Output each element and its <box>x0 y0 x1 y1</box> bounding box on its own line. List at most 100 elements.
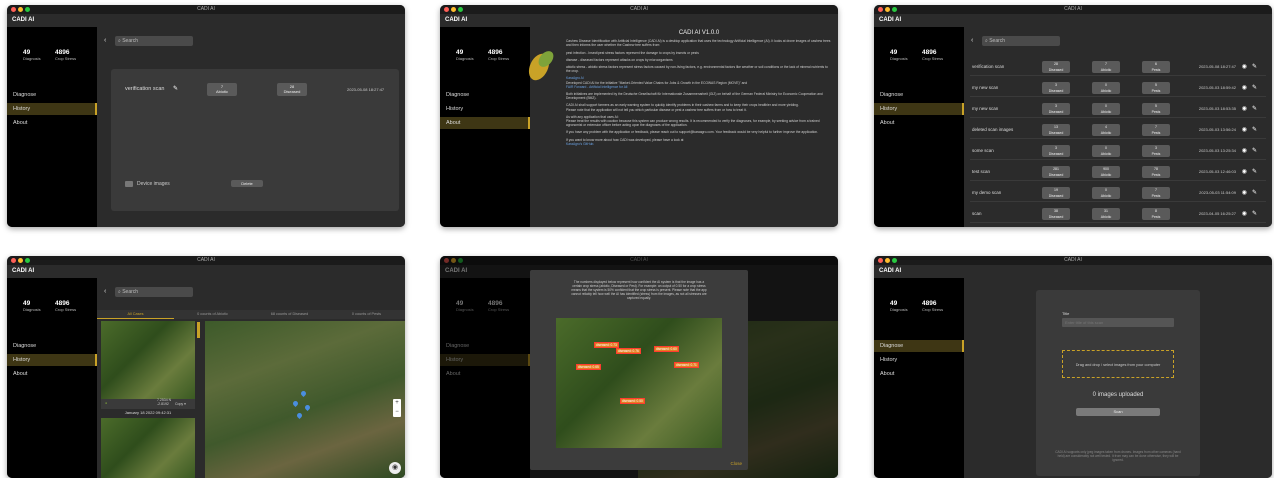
tab-all-cases[interactable]: All Cases <box>97 310 174 319</box>
fair-forward-link[interactable]: FAIR Forward - Artificial Intelligence f… <box>566 85 832 89</box>
about-p4: abiotic stress - abiotic stress factors … <box>566 65 828 74</box>
scan-date: 2023-05-03 12:46:03 <box>1198 169 1236 174</box>
about-p11: If you have any problem with the applica… <box>566 130 819 135</box>
view-icon[interactable]: ◉ <box>1242 211 1252 217</box>
history-row[interactable]: verification scan 28 Diseased 7 Abiotic 6 P… <box>970 59 1266 76</box>
back-icon[interactable]: ‹ <box>104 36 106 46</box>
search-placeholder: Search <box>989 38 1006 44</box>
search-input[interactable]: ⌕ Search <box>982 36 1060 46</box>
history-row[interactable]: scan 38 Diseased 31 Abiotic 8 Pests 2023-04-… <box>970 206 1266 223</box>
nav-history[interactable]: History <box>7 354 97 366</box>
nav-about[interactable]: About <box>874 368 964 380</box>
history-row[interactable]: my demo scan 19 Diseased 0 Abiotic 7 Pests 2… <box>970 185 1266 202</box>
view-icon[interactable]: ◉ <box>1242 169 1252 175</box>
stress-count: 4896 <box>922 49 937 56</box>
search-placeholder: Search <box>122 289 139 295</box>
eye-icon[interactable]: ◉ <box>389 462 401 474</box>
title-input[interactable] <box>1062 318 1174 327</box>
history-row[interactable]: my new scan 3 Diseased 0 Abiotic 5 Pests 202… <box>970 80 1266 97</box>
edit-icon[interactable]: ✎ <box>1252 148 1262 154</box>
diagnosis-label: Diagnosis <box>890 56 908 61</box>
scan-image-2[interactable] <box>101 418 195 478</box>
edit-icon[interactable]: ✎ <box>1252 106 1262 112</box>
view-icon[interactable]: ◉ <box>1242 85 1252 91</box>
diagnosis-label: Diagnosis <box>890 307 908 312</box>
diseased-badge: 19 Diseased <box>1042 187 1070 199</box>
edit-icon[interactable]: ✎ <box>1252 127 1262 133</box>
close-button[interactable]: Close <box>730 461 742 466</box>
edit-icon[interactable]: ✎ <box>173 85 178 92</box>
tab-pests[interactable]: 0 counts of Pests <box>328 310 405 319</box>
abiotic-badge: 0 Abiotic <box>1092 103 1120 115</box>
map-marker[interactable] <box>295 411 304 420</box>
about-p10: Please treat the results with caution be… <box>566 119 820 128</box>
result-modal: The numbers displayed below represent ho… <box>530 270 748 470</box>
view-icon[interactable]: ◉ <box>1242 148 1252 154</box>
view-icon[interactable]: ◉ <box>1242 64 1252 70</box>
edit-icon[interactable]: ✎ <box>1252 190 1262 196</box>
search-input[interactable]: ⌕ Search <box>115 287 193 297</box>
map-marker[interactable] <box>299 389 308 398</box>
copy-button[interactable]: Copy ▾ <box>175 402 186 406</box>
history-row[interactable]: my new scan 3 Diseased 0 Abiotic 5 Pests 202… <box>970 101 1266 118</box>
edit-icon[interactable]: ✎ <box>1252 85 1262 91</box>
nav-diagnose[interactable]: Diagnose <box>7 340 97 352</box>
sidebar: 49Diagnosis 4896Crop Stress Diagnose His… <box>440 27 530 227</box>
zoom-control[interactable]: + − <box>393 399 401 417</box>
folder-icon <box>125 181 133 187</box>
nav-diagnose[interactable]: Diagnose <box>7 89 97 101</box>
diseased-badge: 13 Diseased <box>1042 124 1070 136</box>
tab-abiotic[interactable]: 0 counts of Abiotic <box>174 310 251 319</box>
back-icon[interactable]: ‹ <box>971 36 973 46</box>
nav-history[interactable]: History <box>7 103 97 115</box>
nav-about[interactable]: About <box>7 117 97 129</box>
diagnosis-label: Diagnosis <box>23 56 41 61</box>
edit-icon[interactable]: ✎ <box>1252 64 1262 70</box>
nav-diagnose[interactable]: Diagnose <box>874 340 964 352</box>
diagnosis-count: 49 <box>456 49 464 56</box>
main-content: ‹ ⌕ Search verification scan ✎ 7 Abiotic… <box>97 27 405 227</box>
nav-about[interactable]: About <box>440 117 530 129</box>
window-title: CADI AI <box>1064 6 1082 12</box>
nav-history[interactable]: History <box>440 103 530 115</box>
pests-badge: 3 Pests <box>1142 145 1170 157</box>
nav-about[interactable]: About <box>7 368 97 380</box>
window-title: CADI AI <box>197 6 215 12</box>
map-marker[interactable] <box>291 399 300 408</box>
diseased-badge: 28 Diseased <box>1042 61 1070 73</box>
map-content: ‹ ⌕ Search All Cases 0 counts of Abiotic… <box>97 278 405 478</box>
nav-diagnose[interactable]: Diagnose <box>440 89 530 101</box>
delete-button[interactable]: Delete <box>231 180 263 187</box>
scan-title: my new scan <box>972 85 999 90</box>
scan-button[interactable]: Scan <box>1076 408 1160 416</box>
view-icon[interactable]: ◉ <box>1242 190 1252 196</box>
search-input[interactable]: ⌕ Search <box>115 36 193 46</box>
scan-date: 2023-05-03 13:56:24 <box>1198 127 1236 132</box>
nav-history[interactable]: History <box>874 103 964 115</box>
history-row[interactable]: test scan 281 Diseased 900 Abiotic 78 Pests… <box>970 164 1266 181</box>
diagnosis-count: 49 <box>23 49 31 56</box>
history-row[interactable]: deleted scan images 13 Diseased 4 Abiotic 7… <box>970 122 1266 139</box>
scan-image-1[interactable] <box>101 321 195 399</box>
github-link[interactable]: KaraAgro's GitHub. <box>566 142 832 146</box>
detection-label: diseased: 0.71 <box>674 362 699 368</box>
history-row[interactable]: some scan 3 Diseased 0 Abiotic 3 Pests 2023-… <box>970 143 1266 160</box>
scrollbar[interactable] <box>197 322 200 338</box>
nav-diagnose[interactable]: Diagnose <box>874 89 964 101</box>
window-title: CADI AI <box>630 6 648 12</box>
satellite-map[interactable]: + − ◉ <box>205 321 405 478</box>
view-icon[interactable]: ◉ <box>1242 106 1252 112</box>
drop-zone[interactable]: Drag and drop / select images from your … <box>1062 350 1174 378</box>
edit-icon[interactable]: ✎ <box>1252 211 1262 217</box>
diagnosed-image: diseased: 0.73 diseased: 0.76 diseased: 0.… <box>556 318 722 448</box>
view-icon[interactable]: ◉ <box>1242 127 1252 133</box>
back-icon[interactable]: ‹ <box>104 287 106 297</box>
nav-history[interactable]: History <box>874 354 964 366</box>
pests-badge: 7 Pests <box>1142 124 1170 136</box>
map-marker[interactable] <box>303 403 312 412</box>
upload-count: 0 images uploaded <box>1092 392 1144 398</box>
edit-icon[interactable]: ✎ <box>1252 169 1262 175</box>
tab-diseased[interactable]: 68 counts of Diseased <box>251 310 328 319</box>
upload-card: Title Drag and drop / select images from… <box>1036 290 1200 476</box>
nav-about[interactable]: About <box>874 117 964 129</box>
